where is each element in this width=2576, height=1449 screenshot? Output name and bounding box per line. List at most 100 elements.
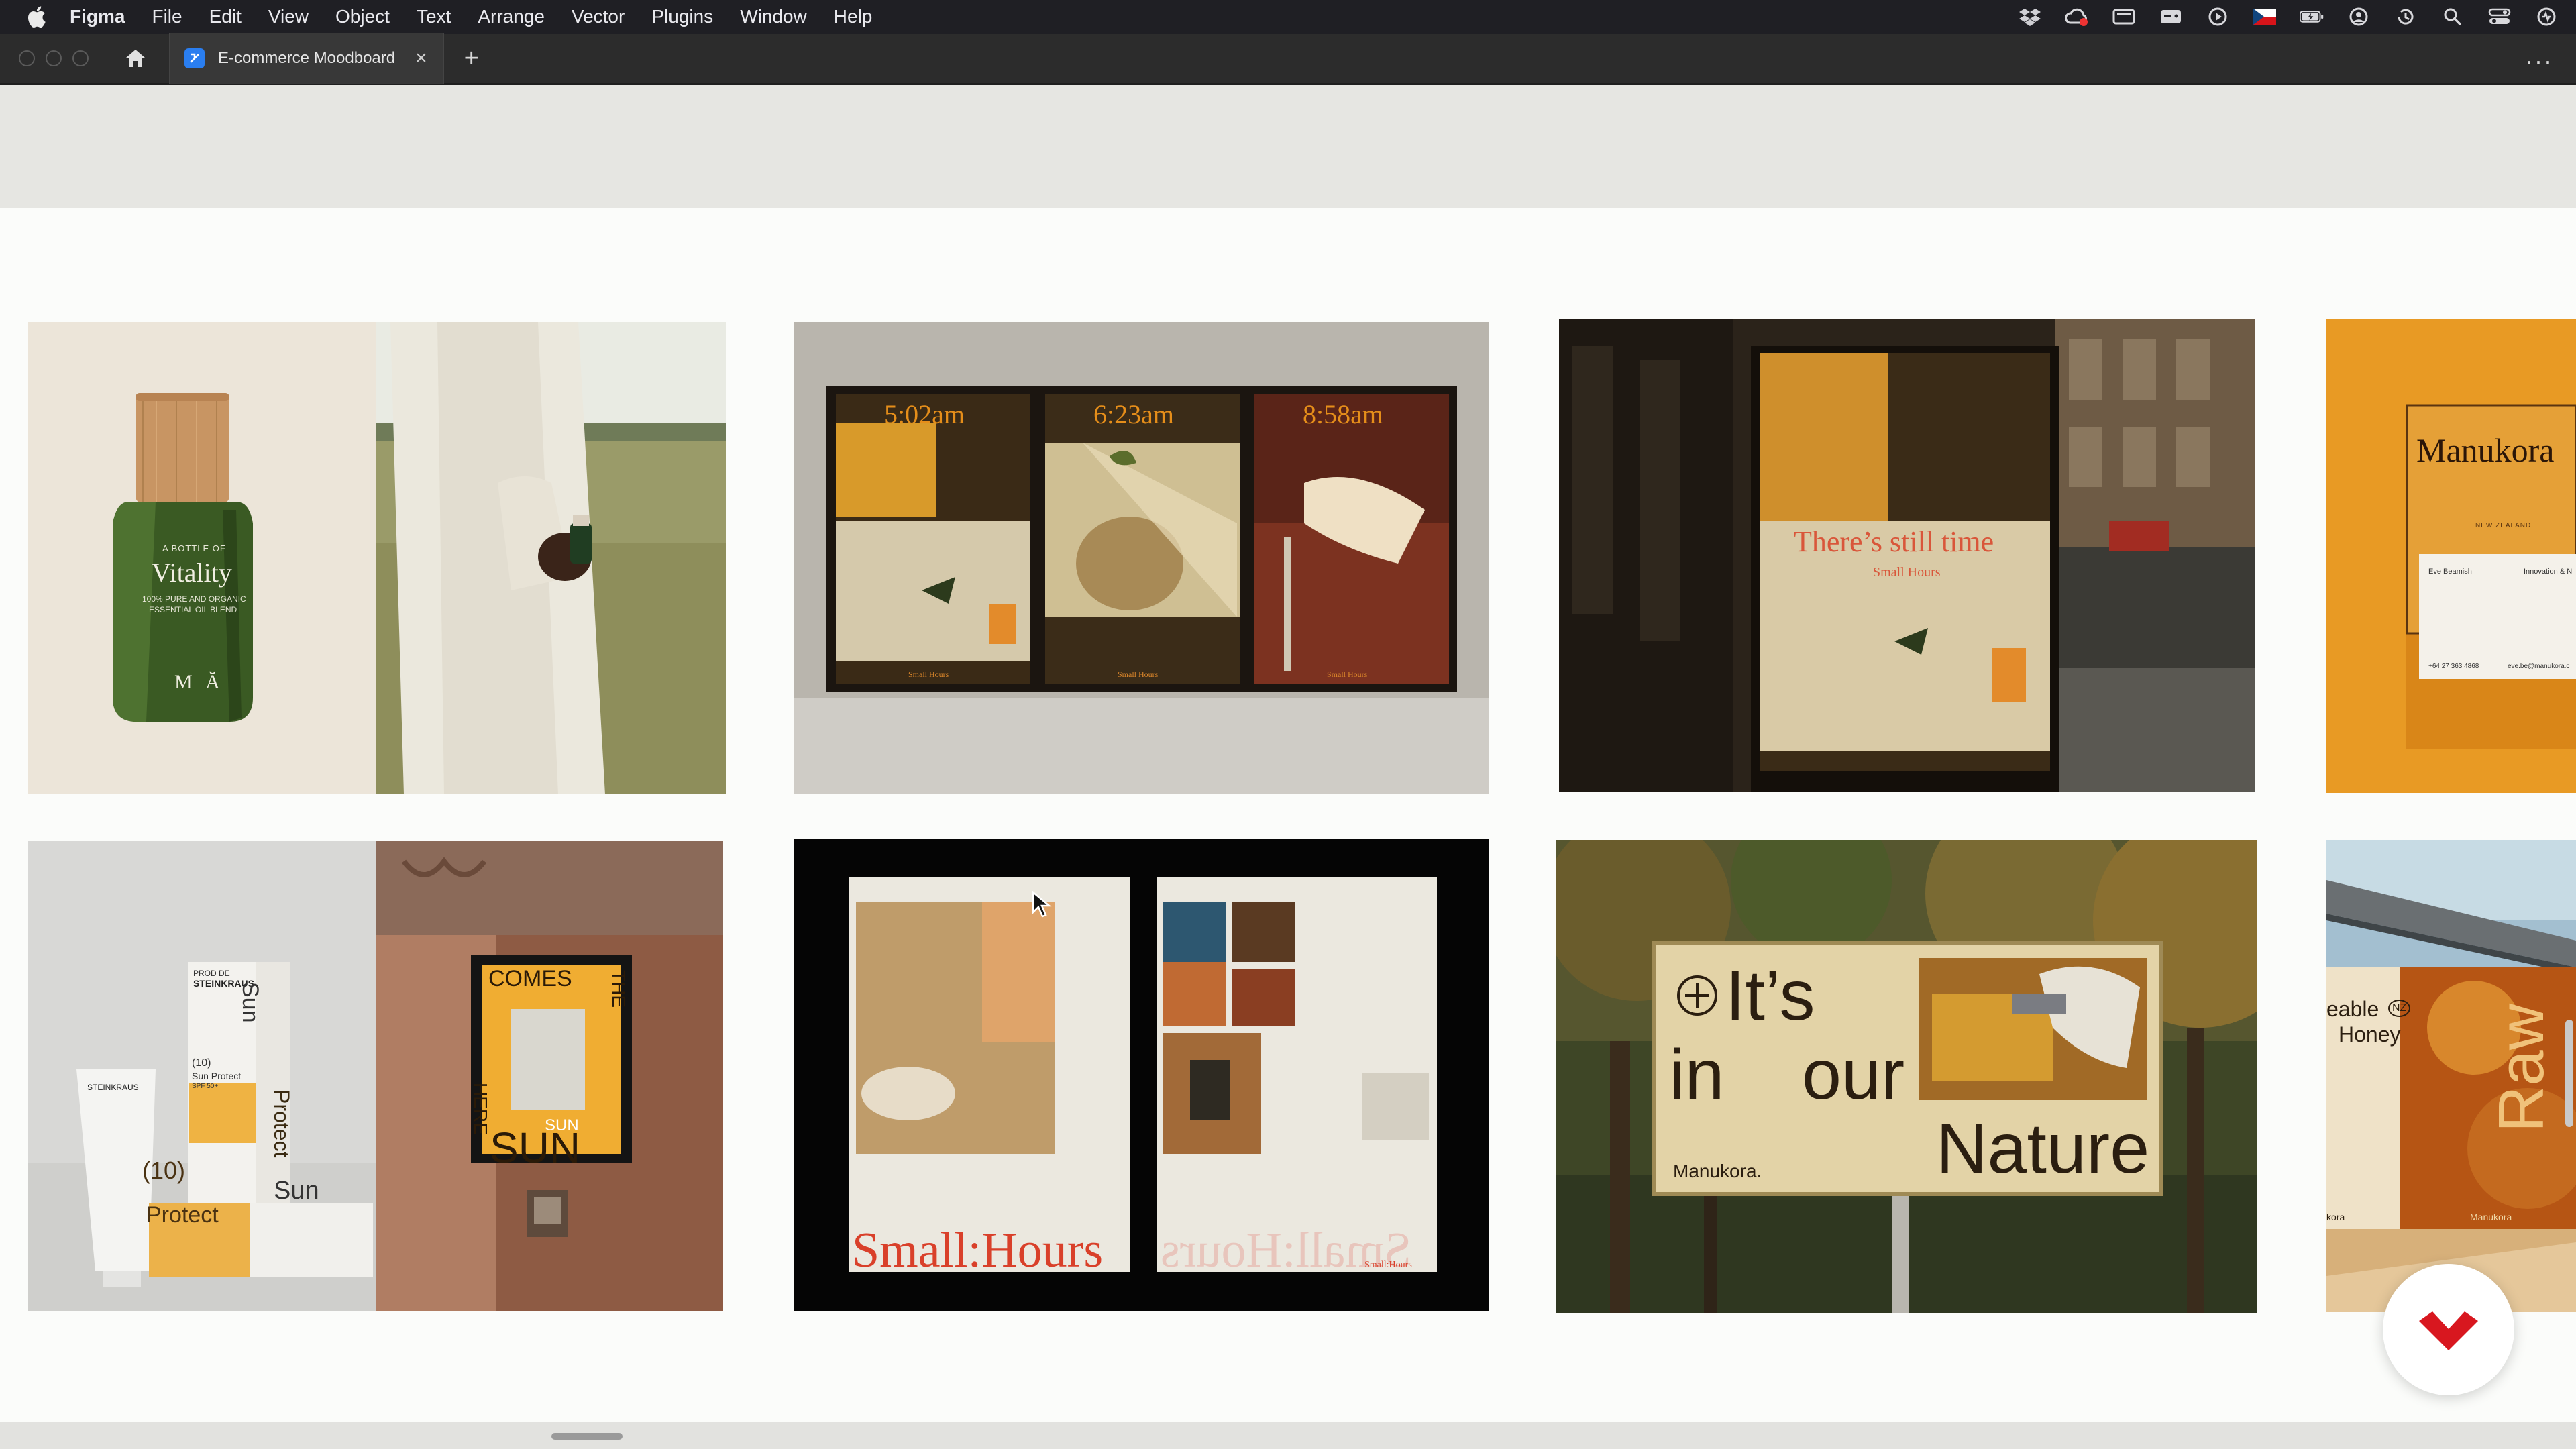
sun-tube-maker: STEINKRAUS [87, 1083, 139, 1092]
manukora-country: NEW ZEALAND [2475, 522, 2532, 529]
honey-edge: kora [2326, 1212, 2345, 1222]
sun-box-protect: Protect [146, 1202, 219, 1228]
menu-arrange[interactable]: Arrange [478, 0, 545, 34]
honey-frag-2: Honey [2339, 1022, 2401, 1046]
search-icon[interactable] [2440, 7, 2465, 27]
cursor-icon [1032, 890, 1052, 921]
poster-foot-2: Small Hours [1118, 669, 1159, 679]
poster-sun-big: SUN [490, 1124, 581, 1172]
vitality-small-label: A BOTTLE OF [162, 543, 226, 553]
card-raw-honey[interactable]: eable NZ Honey Raw Manukora kora [2326, 840, 2576, 1312]
card-street-billboard[interactable]: There’s still time Small Hours [1559, 319, 2255, 792]
floating-brand-button[interactable] [2383, 1264, 2514, 1395]
nature-in: in [1669, 1035, 1725, 1114]
menu-file[interactable]: File [152, 0, 182, 34]
sun-name: Sun Protect [192, 1071, 241, 1081]
apple-icon[interactable] [23, 3, 50, 30]
sun-spf: SPF 50+ [192, 1083, 219, 1090]
dropbox-icon[interactable] [2018, 7, 2042, 27]
canvas-top-band [0, 85, 2576, 208]
vitality-line-2: ESSENTIAL OIL BLEND [149, 605, 237, 614]
status-area [2018, 0, 2559, 34]
sun-box-sun: Sun [274, 1177, 319, 1205]
card-small-hours-book[interactable]: Small:Hours Small:Hours Small:Hours [794, 839, 1489, 1311]
card-manukora-stationery[interactable]: Manukora NEW ZEALAND Eve Beamish Innovat… [2326, 319, 2576, 793]
manukora-brand: Manukora [2416, 431, 2555, 469]
menu-help[interactable]: Help [834, 0, 873, 34]
nature-brand: Manukora. [1673, 1161, 1762, 1181]
menu-vector[interactable]: Vector [572, 0, 625, 34]
figma-canvas[interactable]: A BOTTLE OF Vitality 100% PURE AND ORGAN… [0, 208, 2576, 1422]
poster-time-3: 8:58am [1303, 399, 1383, 429]
tab-title: E-commerce Moodboard [218, 49, 396, 67]
honey-frag-1: eable [2326, 997, 2379, 1021]
honey-badge: NZ [2388, 1000, 2411, 1017]
card-vitality[interactable]: A BOTTLE OF Vitality 100% PURE AND ORGAN… [28, 322, 726, 794]
poster-foot-1: Small Hours [908, 669, 949, 679]
time-machine-icon[interactable] [2394, 7, 2418, 27]
tab-e-commerce-moodboard[interactable]: E-commerce Moodboard × [169, 33, 444, 84]
more-options-button[interactable]: ··· [2525, 47, 2553, 75]
sun-vertical-sun: Sun [237, 982, 263, 1023]
vitality-brand: Vitality [152, 557, 232, 588]
billboard-headline: There’s still time [1794, 525, 1994, 558]
poster-comes: COMES [488, 966, 572, 991]
sun-vertical-protect: Protect [270, 1089, 294, 1158]
honey-raw: Raw [2485, 1003, 2557, 1132]
nature-its: It’s [1725, 956, 1815, 1035]
play-icon[interactable] [2206, 7, 2230, 27]
card-nature-billboard[interactable]: It’s in our Nature Manukora. [1556, 840, 2257, 1313]
gamepad-icon[interactable] [2159, 7, 2183, 27]
honey-brand: Manukora [2470, 1212, 2512, 1222]
manukora-name: Eve Beamish [2428, 568, 2472, 576]
menu-bar: Figma File Edit View Object Text Arrange… [0, 0, 2576, 34]
poster-here: HERE [470, 1083, 491, 1135]
new-tab-button[interactable]: + [464, 44, 479, 73]
horizontal-scrollbar[interactable] [551, 1433, 623, 1440]
poster-foot-3: Small Hours [1327, 669, 1368, 679]
manukora-phone: +64 27 363 4868 [2428, 663, 2479, 670]
close-tab-button[interactable]: × [415, 47, 427, 70]
zoom-window-button[interactable] [72, 50, 89, 66]
vertical-scrollbar[interactable] [2565, 1020, 2573, 1127]
display-icon[interactable] [2112, 7, 2136, 27]
billboard-sub: Small Hours [1873, 565, 1941, 580]
creative-cloud-icon[interactable] [2065, 7, 2089, 27]
menu-object[interactable]: Object [335, 0, 390, 34]
card-sun-protect[interactable]: PROD DE STEINKRAUS Sun (10) Sun Protect … [28, 841, 723, 1311]
menu-view[interactable]: View [268, 0, 309, 34]
vitality-line-1: 100% PURE AND ORGANIC [142, 594, 246, 604]
poster-the: THE [608, 970, 629, 1008]
nature-our: our [1802, 1035, 1905, 1114]
poster-time-2: 6:23am [1093, 399, 1174, 429]
menu-figma[interactable]: Figma [70, 0, 125, 34]
menu-plugins[interactable]: Plugins [651, 0, 713, 34]
book-mirror-title: Small:Hours [1161, 1223, 1412, 1278]
manukora-web: eve.be@manukora.c [2508, 663, 2570, 670]
sun-box-num: (10) [142, 1157, 186, 1184]
figma-file-icon [184, 48, 205, 68]
figma-tab-bar: E-commerce Moodboard × + ··· [0, 33, 2576, 85]
control-center-icon[interactable] [2487, 7, 2512, 27]
book-title: Small:Hours [852, 1223, 1104, 1278]
vitality-mark: M Ă [174, 671, 224, 693]
battery-icon[interactable] [2300, 7, 2324, 27]
close-window-button[interactable] [19, 50, 35, 66]
sun-num: (10) [192, 1057, 211, 1069]
poster-time-1: 5:02am [884, 399, 965, 429]
book-small-signature: Small:Hours [1364, 1260, 1412, 1270]
card-small-hours-posters[interactable]: 5:02am 6:23am 8:58am Small Hours Small H… [794, 322, 1489, 794]
menu-text[interactable]: Text [417, 0, 451, 34]
user-icon[interactable] [2347, 7, 2371, 27]
flag-cz-icon[interactable] [2253, 7, 2277, 27]
minimize-window-button[interactable] [46, 50, 62, 66]
sun-prod-label: PROD DE [193, 969, 230, 978]
nature-nature: Nature [1936, 1109, 2150, 1188]
home-icon[interactable] [115, 38, 156, 78]
menu-edit[interactable]: Edit [209, 0, 241, 34]
siri-icon[interactable] [2534, 7, 2559, 27]
window-controls [19, 50, 89, 66]
brand-logo-icon [2419, 1311, 2478, 1350]
menu-window[interactable]: Window [740, 0, 807, 34]
canvas-bottom-bar [0, 1422, 2576, 1449]
